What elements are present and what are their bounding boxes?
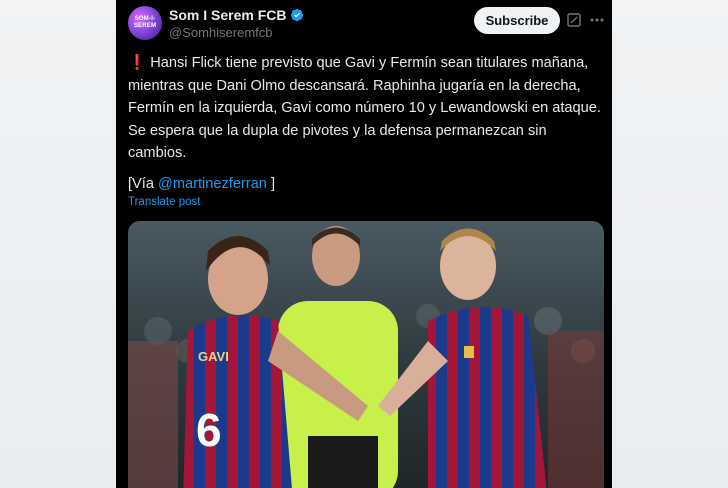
avatar-logo-text: SOM-I- SEREM xyxy=(133,16,157,29)
subscribe-button[interactable]: Subscribe xyxy=(474,7,560,34)
name-row: Som I Serem FCB xyxy=(169,7,304,23)
account-handle[interactable]: @Somhiseremfcb xyxy=(169,25,273,40)
photo-illustration: GAVI 6 xyxy=(128,221,604,488)
grok-icon[interactable] xyxy=(567,13,581,27)
page-backdrop-right xyxy=(612,0,728,488)
post-text-content: Hansi Flick tiene previsto que Gavi y Fe… xyxy=(128,55,601,161)
display-name[interactable]: Som I Serem FCB xyxy=(169,7,286,23)
post-text: ❗ Hansi Flick tiene previsto que Gavi y … xyxy=(128,52,604,165)
via-prefix: [Vía xyxy=(128,176,154,192)
alert-icon: ❗ xyxy=(128,55,147,71)
translate-post-link[interactable]: Translate post xyxy=(128,196,200,208)
avatar[interactable]: SOM-I- SEREM xyxy=(128,6,162,40)
shirt-name-text: GAVI xyxy=(198,349,229,364)
via-credit: [Vía @martinezferran ] xyxy=(128,173,275,195)
verified-badge-icon xyxy=(291,8,304,22)
post-header: SOM-I- SEREM Som I Serem FCB @Somhiserem… xyxy=(116,0,612,50)
post-card: SOM-I- SEREM Som I Serem FCB @Somhiserem… xyxy=(116,0,612,488)
more-options-icon[interactable] xyxy=(590,18,604,22)
mention-link[interactable]: @martinezferran xyxy=(158,176,267,192)
shirt-number-text: 6 xyxy=(196,404,222,456)
page-backdrop-left xyxy=(0,0,116,488)
via-suffix: ] xyxy=(266,176,276,192)
post-photo[interactable]: GAVI 6 xyxy=(128,221,604,488)
